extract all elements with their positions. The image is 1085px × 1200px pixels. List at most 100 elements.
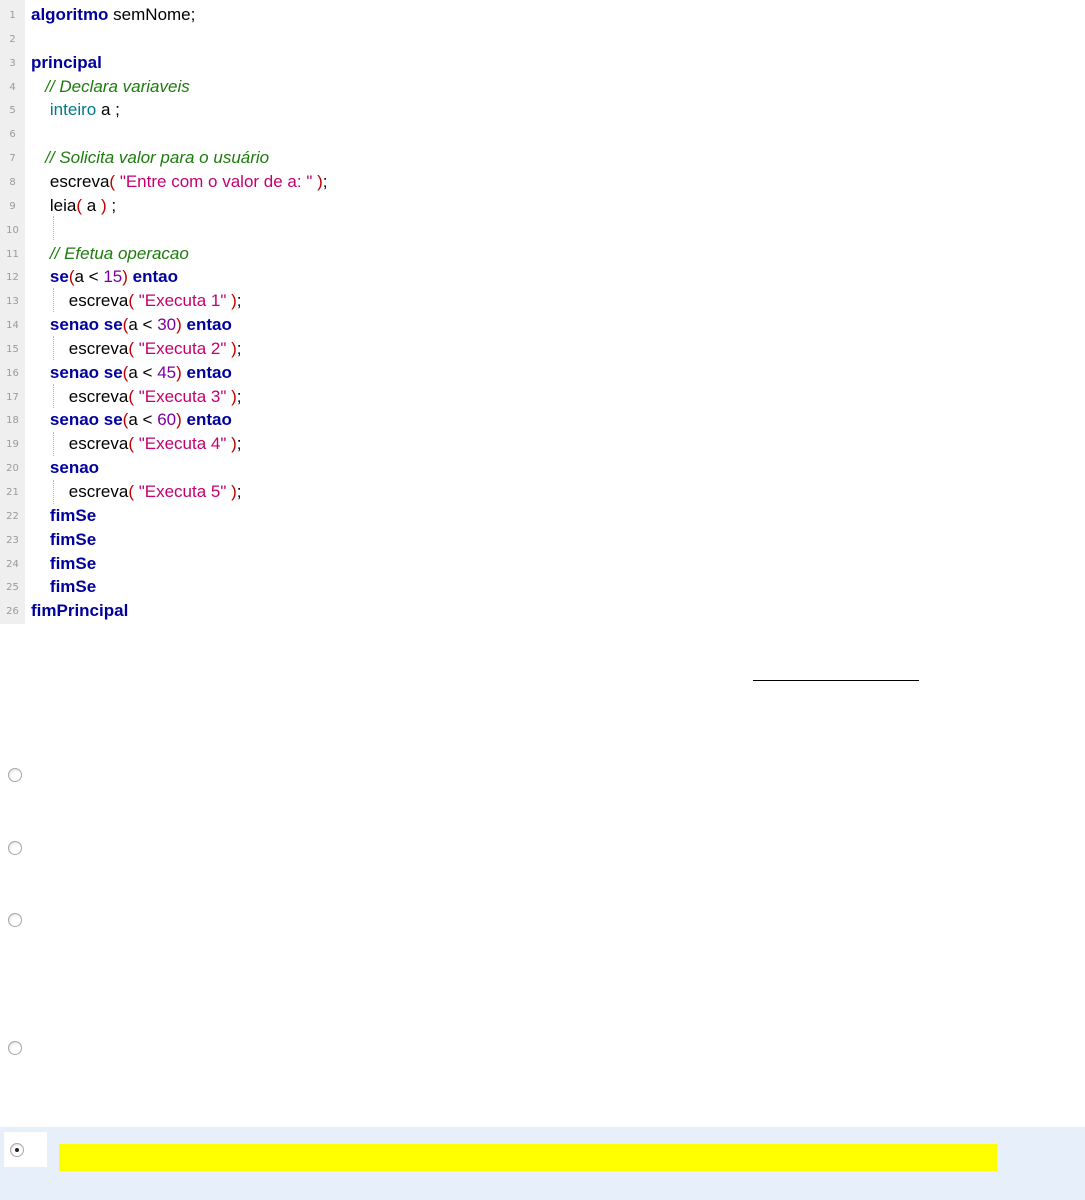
code-token: senao se — [49, 362, 123, 382]
code-line: 13 escreva( "Executa 1" ); — [0, 289, 1085, 313]
code-line: 15 escreva( "Executa 2" ); — [0, 337, 1085, 361]
line-number: 7 — [9, 153, 16, 165]
code-token: fimSe — [49, 529, 97, 549]
code-token: escreva — [31, 434, 129, 454]
code-token: senao se — [49, 410, 123, 430]
code-token: ; — [322, 171, 328, 191]
code-text: fimSe — [31, 504, 96, 528]
indent-guide — [53, 384, 54, 408]
line-number: 17 — [6, 391, 19, 403]
indent-guide — [53, 288, 54, 312]
code-line: 7 // Solicita valor para o usuário — [0, 146, 1085, 170]
code-text: se(a < 15) entao — [31, 265, 178, 289]
option-4-radio[interactable] — [8, 1041, 22, 1055]
option-2-radio[interactable] — [8, 841, 22, 855]
code-text: // Efetua operacao — [31, 242, 189, 266]
line-number: 13 — [6, 296, 19, 308]
line-number: 4 — [9, 81, 16, 93]
code-token: 30 — [157, 315, 177, 335]
code-line: 3 principal — [0, 51, 1085, 75]
code-token: ( — [128, 434, 139, 454]
line-number: 11 — [6, 248, 19, 260]
code-token: ) — [226, 434, 237, 454]
code-text: fimSe — [31, 552, 96, 576]
code-text: senao — [31, 456, 99, 480]
code-text: inteiro a ; — [31, 98, 120, 122]
code-line: 4 // Declara variaveis — [0, 75, 1085, 99]
line-number: 10 — [6, 224, 19, 236]
code-token: ( — [128, 482, 139, 501]
code-token: 60 — [157, 410, 177, 430]
code-token: ( — [128, 338, 139, 358]
code-token: fimPrincipal — [31, 601, 129, 621]
code-text: fimSe — [31, 528, 96, 552]
code-token: escreva — [31, 386, 129, 406]
line-number: 15 — [6, 343, 19, 355]
code-line: 24 fimSe — [0, 552, 1085, 576]
code-line: 8 escreva( "Entre com o valor de a: " ); — [0, 170, 1085, 194]
option-5-row[interactable] — [0, 1127, 1085, 1200]
line-number: 25 — [6, 582, 19, 594]
code-line: 20 senao — [0, 456, 1085, 480]
code-token: "Entre com o valor de a: " — [119, 171, 313, 191]
line-number: 22 — [6, 510, 19, 522]
line-number: 2 — [9, 33, 16, 45]
line-number: 6 — [9, 129, 16, 141]
code-token: a — [86, 195, 101, 215]
line-number: 5 — [9, 105, 16, 117]
line-number: 3 — [9, 57, 16, 69]
code-text: algoritmo semNome; — [31, 3, 195, 27]
code-token: ; — [236, 386, 242, 406]
code-token: ) — [226, 338, 237, 358]
option-3-radio[interactable] — [8, 913, 22, 927]
code-line: 10 — [0, 218, 1085, 242]
code-text: leia( a ) ; — [31, 194, 116, 218]
line-number: 9 — [9, 200, 16, 212]
code-token: ) — [312, 171, 323, 191]
line-number: 1 — [9, 10, 16, 21]
code-line: 19 escreva( "Executa 4" ); — [0, 432, 1085, 456]
code-token: a < — [128, 410, 158, 430]
code-token: ; — [236, 291, 242, 311]
code-token: // Declara variaveis — [45, 76, 190, 96]
code-token: "Executa 2" — [138, 338, 227, 358]
option-1-radio[interactable] — [8, 768, 22, 782]
line-number: 20 — [6, 463, 19, 475]
line-number: 16 — [6, 367, 19, 379]
code-token: entao — [132, 267, 179, 287]
code-token: a < — [74, 267, 104, 287]
code-token: ) — [226, 482, 237, 501]
indent-guide — [53, 480, 54, 504]
code-line: 1 algoritmo semNome; — [0, 3, 1085, 27]
code-token: ; — [236, 434, 242, 454]
code-token: principal — [31, 52, 102, 72]
code-text: fimSe — [31, 575, 96, 599]
indent-guide — [53, 216, 54, 240]
code-text: senao se(a < 30) entao — [31, 313, 232, 337]
code-line: 16 senao se(a < 45) entao — [0, 361, 1085, 385]
code-line: 17 escreva( "Executa 3" ); — [0, 385, 1085, 409]
code-token: senao — [49, 458, 100, 478]
code-token: ( — [76, 195, 87, 215]
option-5-radio[interactable] — [10, 1143, 24, 1157]
code-token: escreva — [31, 171, 110, 191]
code-text: // Declara variaveis — [31, 75, 190, 99]
code-token: fimSe — [49, 553, 97, 573]
code-text: senao se(a < 45) entao — [31, 361, 232, 385]
indent-guide — [53, 432, 54, 456]
line-number: 26 — [6, 606, 19, 618]
code-text: escreva( "Executa 5" ); — [31, 480, 242, 504]
code-text: escreva( "Executa 4" ); — [31, 432, 242, 456]
code-token: // Efetua operacao — [49, 243, 189, 263]
code-line: 26 fimPrincipal — [0, 599, 1085, 623]
code-line: 12 se(a < 15) entao — [0, 265, 1085, 289]
line-number: 8 — [9, 176, 16, 188]
code-line: 14 senao se(a < 30) entao — [0, 313, 1085, 337]
line-number: 21 — [6, 487, 19, 498]
indent-guide — [53, 336, 54, 360]
